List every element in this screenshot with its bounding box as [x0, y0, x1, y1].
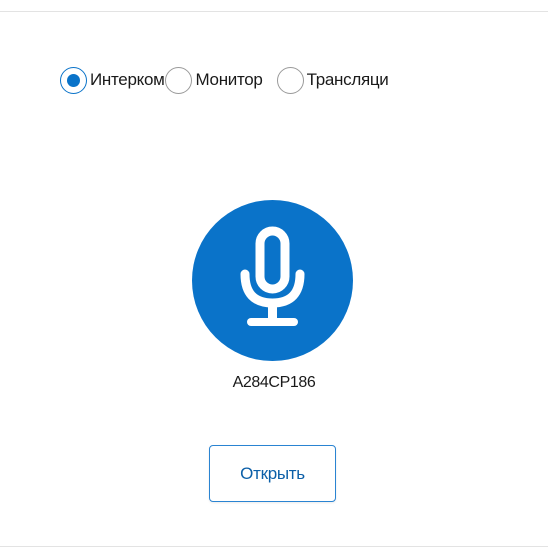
microphone-icon	[240, 226, 305, 326]
radio-label-monitor: Монитор	[195, 70, 263, 89]
radio-button-broadcast[interactable]	[276, 66, 304, 94]
radio-option-monitor[interactable]: Монитор	[165, 63, 263, 97]
radio-label-intercom: Интерком	[90, 70, 165, 89]
open-button[interactable]: Открыть	[209, 445, 336, 502]
device-name-label: А284СР186	[232, 374, 316, 391]
radio-label-broadcast: Трансляци	[306, 70, 389, 89]
microphone-button[interactable]	[192, 200, 353, 361]
mode-radio-group: Интерком Монитор Трансляци	[60, 63, 389, 97]
radio-button-intercom[interactable]	[60, 66, 87, 94]
bottom-divider	[0, 546, 548, 547]
radio-option-broadcast[interactable]: Трансляци	[276, 63, 389, 97]
radio-option-intercom[interactable]: Интерком	[60, 63, 165, 97]
radio-button-monitor[interactable]	[165, 66, 193, 94]
top-divider	[0, 11, 548, 12]
